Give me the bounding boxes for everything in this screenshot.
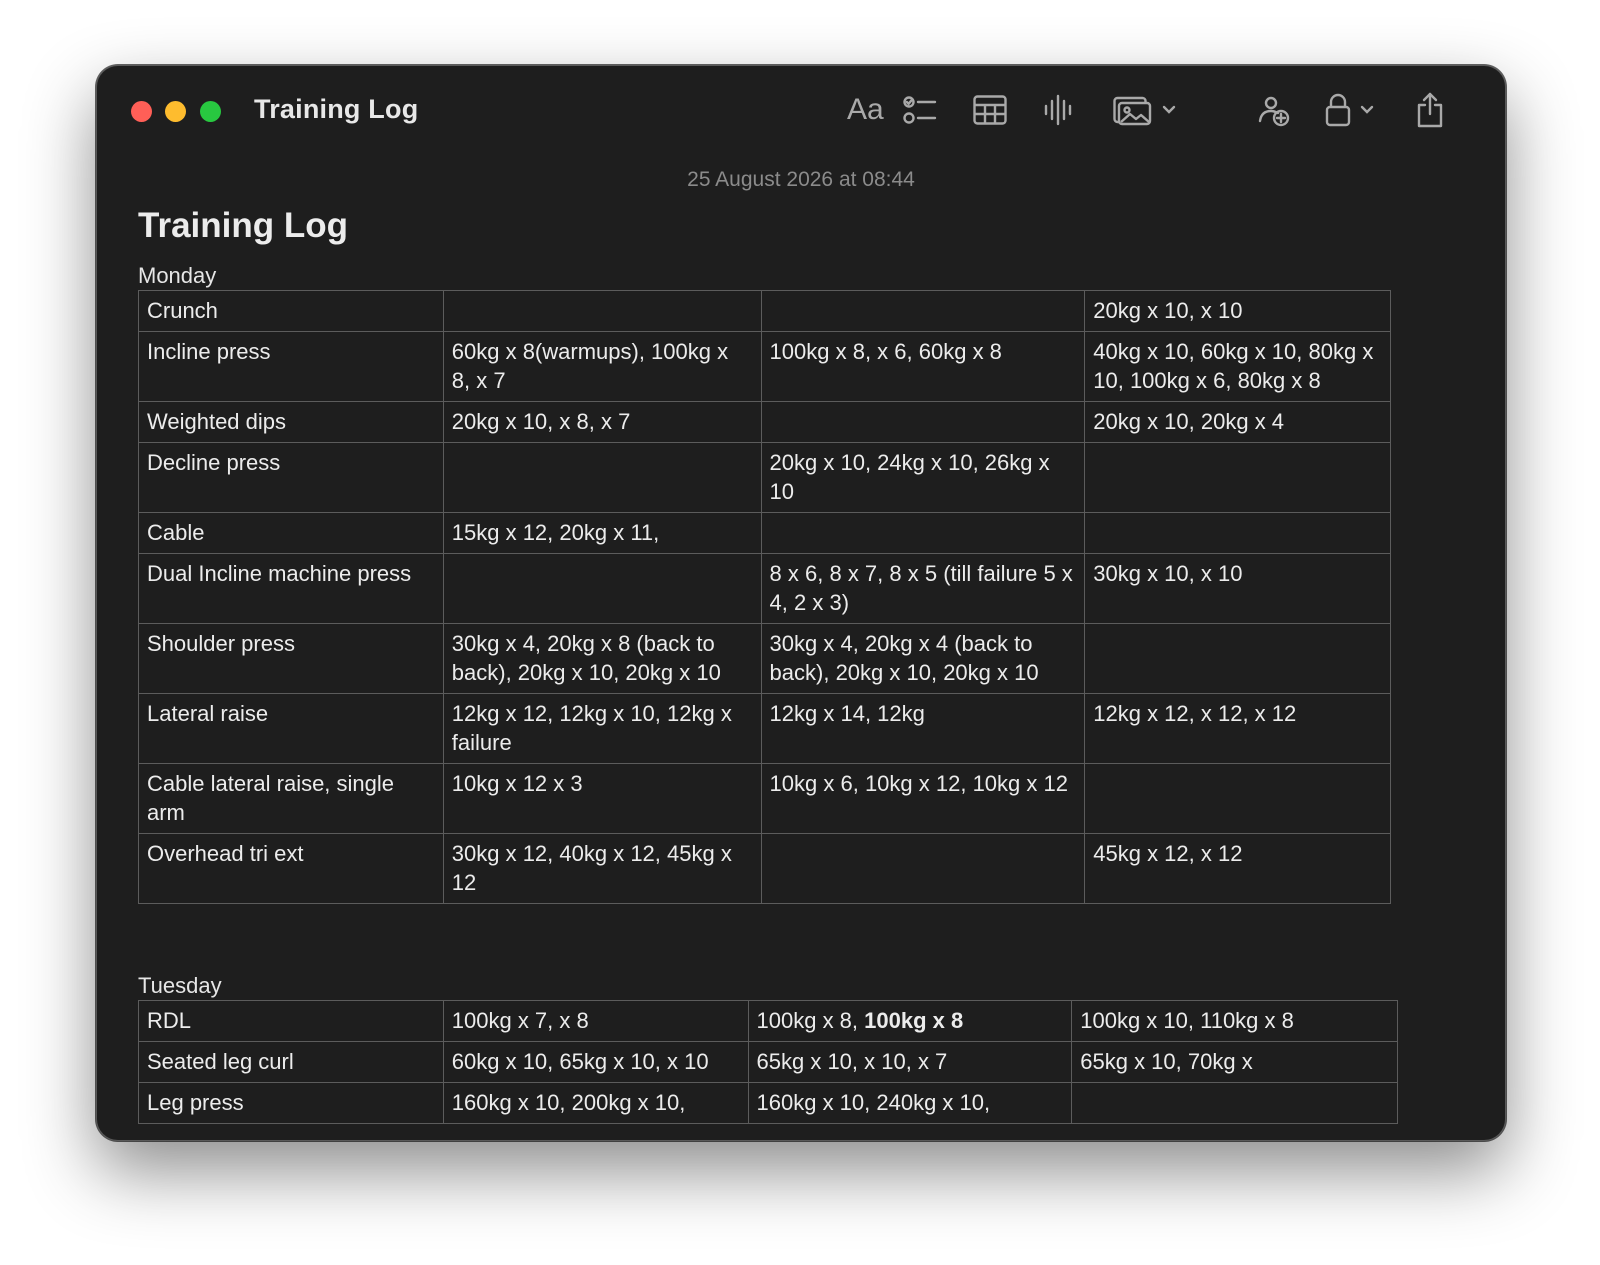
- set-cell[interactable]: [442, 442, 762, 513]
- set-cell[interactable]: [1084, 512, 1391, 554]
- table-row: Weighted dips 20kg x 10, x 8, x 7 20kg x 1…: [138, 401, 1391, 443]
- day-label-tuesday[interactable]: Tuesday: [138, 973, 222, 999]
- note-timestamp: 25 August 2026 at 08:44: [687, 168, 915, 191]
- monday-table[interactable]: Crunch 20kg x 10, x 10 Incline press 60kg x…: [138, 290, 1391, 904]
- set-cell[interactable]: 65kg x 10, 70kg x: [1071, 1041, 1398, 1083]
- set-cell[interactable]: 65kg x 10, x 10, x 7: [747, 1041, 1073, 1083]
- set-cell[interactable]: [1084, 623, 1391, 694]
- set-cell[interactable]: 100kg x 8, 100kg x 8: [747, 1000, 1073, 1042]
- set-cell[interactable]: 12kg x 14, 12kg: [760, 693, 1086, 764]
- exercise-cell[interactable]: Crunch: [138, 290, 444, 332]
- set-cell[interactable]: 100kg x 7, x 8: [442, 1000, 749, 1042]
- set-cell[interactable]: 160kg x 10, 240kg x 10,: [747, 1082, 1073, 1124]
- note-title[interactable]: Training Log: [138, 206, 348, 246]
- note-body[interactable]: 25 August 2026 at 08:44 Training Log Mon…: [97, 154, 1505, 1140]
- set-cell[interactable]: [760, 290, 1086, 332]
- lock-icon: [1325, 93, 1351, 127]
- exercise-cell[interactable]: Incline press: [138, 331, 444, 402]
- exercise-cell[interactable]: Cable lateral raise, single arm: [138, 763, 444, 834]
- table-row: Dual Incline machine press 8 x 6, 8 x 7, …: [138, 553, 1391, 624]
- table-row: Cable 15kg x 12, 20kg x 11,: [138, 512, 1391, 554]
- set-cell[interactable]: 15kg x 12, 20kg x 11,: [442, 512, 762, 554]
- lock-button[interactable]: [1325, 92, 1375, 128]
- exercise-cell[interactable]: Weighted dips: [138, 401, 444, 443]
- tuesday-table[interactable]: RDL 100kg x 7, x 8 100kg x 8, 100kg x 8 100…: [138, 1000, 1398, 1124]
- table-row: Cable lateral raise, single arm 10kg x 12…: [138, 763, 1391, 834]
- set-cell[interactable]: 30kg x 4, 20kg x 8 (back to back), 20kg …: [442, 623, 762, 694]
- close-window-button[interactable]: [131, 101, 152, 122]
- set-cell[interactable]: [442, 553, 762, 624]
- set-cell[interactable]: [1084, 442, 1391, 513]
- table-row: RDL 100kg x 7, x 8 100kg x 8, 100kg x 8 100…: [138, 1000, 1398, 1042]
- set-cell[interactable]: 30kg x 10, x 10: [1084, 553, 1391, 624]
- set-cell[interactable]: 100kg x 10, 110kg x 8: [1071, 1000, 1398, 1042]
- media-button[interactable]: [1113, 92, 1177, 128]
- exercise-cell[interactable]: Leg press: [138, 1082, 444, 1124]
- bold-text: 100kg x 8: [864, 1008, 964, 1033]
- audio-icon: [1044, 94, 1072, 126]
- set-cell[interactable]: [1084, 763, 1391, 834]
- exercise-cell[interactable]: Decline press: [138, 442, 444, 513]
- share-button[interactable]: [1415, 92, 1445, 128]
- titlebar: Training Log Aa: [97, 66, 1505, 154]
- table-row: Decline press 20kg x 10, 24kg x 10, 26kg …: [138, 442, 1391, 513]
- exercise-cell[interactable]: Cable: [138, 512, 444, 554]
- set-cell[interactable]: 20kg x 10, 20kg x 4: [1084, 401, 1391, 443]
- set-cell[interactable]: [442, 290, 762, 332]
- set-cell[interactable]: 30kg x 4, 20kg x 4 (back to back), 20kg …: [760, 623, 1086, 694]
- collaborate-button[interactable]: [1255, 92, 1291, 128]
- share-icon: [1417, 92, 1443, 128]
- checklist-icon: [903, 96, 937, 124]
- set-cell[interactable]: 60kg x 8(warmups), 100kg x 8, x 7: [442, 331, 762, 402]
- table-row: Shoulder press 30kg x 4, 20kg x 8 (back t…: [138, 623, 1391, 694]
- chevron-down-icon: [1360, 105, 1374, 114]
- maximize-window-button[interactable]: [200, 101, 221, 122]
- exercise-cell[interactable]: Lateral raise: [138, 693, 444, 764]
- table-button[interactable]: [973, 92, 1007, 128]
- table-row: Leg press 160kg x 10, 200kg x 10, 160kg x …: [138, 1082, 1398, 1124]
- window-title: Training Log: [254, 94, 419, 124]
- table-icon: [973, 95, 1007, 125]
- collaborate-icon: [1258, 96, 1290, 127]
- exercise-cell[interactable]: Shoulder press: [138, 623, 444, 694]
- set-cell[interactable]: [760, 512, 1086, 554]
- checklist-button[interactable]: [903, 92, 937, 128]
- audio-button[interactable]: [1043, 92, 1073, 128]
- table-row: Lateral raise 12kg x 12, 12kg x 10, 12kg …: [138, 693, 1391, 764]
- set-cell[interactable]: 40kg x 10, 60kg x 10, 80kg x 10, 100kg x…: [1084, 331, 1391, 402]
- chevron-down-icon: [1162, 105, 1176, 114]
- format-text-button[interactable]: Aa: [847, 92, 884, 128]
- set-cell[interactable]: 20kg x 10, x 10: [1084, 290, 1391, 332]
- table-row: Overhead tri ext 30kg x 12, 40kg x 12, 45…: [138, 833, 1391, 904]
- set-cell[interactable]: 60kg x 10, 65kg x 10, x 10: [442, 1041, 749, 1083]
- set-cell[interactable]: 10kg x 6, 10kg x 12, 10kg x 12: [760, 763, 1086, 834]
- notes-window: Training Log Aa 25 August 2026 at 08:44 …: [96, 65, 1506, 1141]
- minimize-window-button[interactable]: [165, 101, 186, 122]
- table-row: Incline press 60kg x 8(warmups), 100kg x …: [138, 331, 1391, 402]
- set-cell[interactable]: 8 x 6, 8 x 7, 8 x 5 (till failure 5 x 4,…: [760, 553, 1086, 624]
- set-cell[interactable]: 12kg x 12, 12kg x 10, 12kg x failure: [442, 693, 762, 764]
- set-cell[interactable]: 30kg x 12, 40kg x 12, 45kg x 12: [442, 833, 762, 904]
- set-cell[interactable]: 160kg x 10, 200kg x 10,: [442, 1082, 749, 1124]
- exercise-cell[interactable]: RDL: [138, 1000, 444, 1042]
- media-icon: [1113, 96, 1152, 126]
- set-cell[interactable]: 100kg x 8, x 6, 60kg x 8: [760, 331, 1086, 402]
- set-cell[interactable]: [760, 833, 1086, 904]
- set-cell[interactable]: [760, 401, 1086, 443]
- day-label-monday[interactable]: Monday: [138, 263, 216, 289]
- exercise-cell[interactable]: Seated leg curl: [138, 1041, 444, 1083]
- exercise-cell[interactable]: Overhead tri ext: [138, 833, 444, 904]
- set-cell[interactable]: 10kg x 12 x 3: [442, 763, 762, 834]
- format-icon: Aa: [847, 93, 884, 126]
- set-cell[interactable]: 12kg x 12, x 12, x 12: [1084, 693, 1391, 764]
- set-cell[interactable]: 20kg x 10, 24kg x 10, 26kg x 10: [760, 442, 1086, 513]
- exercise-cell[interactable]: Dual Incline machine press: [138, 553, 444, 624]
- set-cell[interactable]: 45kg x 12, x 12: [1084, 833, 1391, 904]
- table-row: Seated leg curl 60kg x 10, 65kg x 10, x 1…: [138, 1041, 1398, 1083]
- table-row: Crunch 20kg x 10, x 10: [138, 290, 1391, 332]
- set-cell[interactable]: [1071, 1082, 1398, 1124]
- set-cell[interactable]: 20kg x 10, x 8, x 7: [442, 401, 762, 443]
